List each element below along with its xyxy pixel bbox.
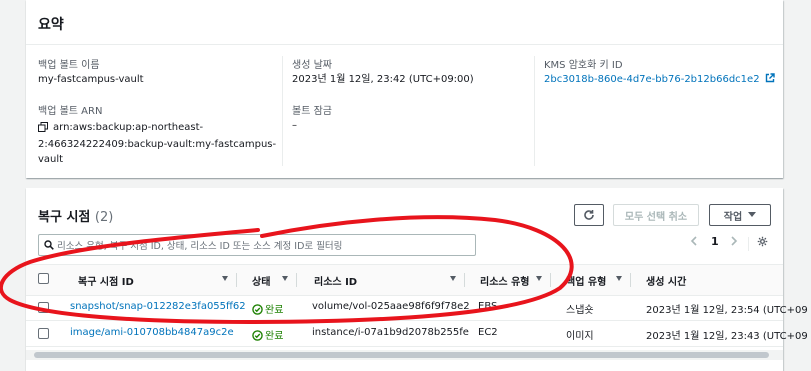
vault-arn-value: arn:aws:backup:ap-northeast- 2:466324222…: [38, 120, 276, 167]
vault-lock-label: 볼트 잠금: [292, 106, 332, 117]
created-value: 2023년 1월 12일, 23:42 (UTC+09:00): [292, 74, 474, 85]
column-divider: [630, 273, 631, 287]
sort-icon[interactable]: [450, 276, 456, 281]
select-all-checkbox[interactable]: [38, 273, 49, 284]
deselect-all-button[interactable]: 모두 선택 취소: [613, 204, 699, 226]
table-row: snapshot/snap-012282e3fa055ff62 완료 volum…: [26, 294, 808, 321]
success-check-icon: [252, 330, 263, 341]
recovery-point-link[interactable]: image/ami-010708bb4847a9c2e: [70, 327, 234, 338]
status-text: 완료: [265, 305, 284, 316]
refresh-button[interactable]: [574, 204, 604, 226]
gear-icon[interactable]: [757, 236, 768, 250]
column-divider: [236, 273, 237, 287]
table-row: image/ami-010708bb4847a9c2e 완료 instance/…: [26, 320, 808, 347]
column-status[interactable]: 상태: [252, 273, 270, 288]
vault-name-label: 백업 볼트 이름: [38, 60, 100, 71]
row-checkbox[interactable]: [38, 328, 49, 339]
horizontal-scrollbar[interactable]: [26, 350, 783, 360]
column-created-time[interactable]: 생성 시간: [646, 273, 686, 288]
summary-divider: [26, 44, 783, 45]
actions-label: 작업: [723, 211, 743, 223]
actions-dropdown[interactable]: 작업: [709, 204, 771, 226]
column-recovery-point-id[interactable]: 복구 시점 ID: [78, 273, 134, 288]
status-cell: 완료: [252, 301, 283, 316]
sort-icon[interactable]: [282, 276, 288, 281]
column-divider: [282, 56, 283, 166]
backup-type-cell: 스냅숏: [566, 305, 594, 316]
vault-name-value: my-fastcampus-vault: [38, 74, 144, 85]
recovery-points-title: 복구 시점 (2): [38, 206, 113, 225]
caret-down-icon: [748, 212, 757, 217]
recovery-points-heading: 복구 시점: [38, 210, 91, 225]
recovery-points-panel: 복구 시점 (2) 모두 선택 취소 작업 리소스 유형, 복구 지점 ID, …: [26, 188, 808, 371]
recovery-point-link[interactable]: snapshot/snap-012282e3fa055ff62: [70, 301, 246, 312]
chevron-left-icon[interactable]: [690, 236, 698, 249]
column-backup-type[interactable]: 백업 유형: [566, 273, 606, 288]
scrollbar-thumb[interactable]: [34, 352, 769, 358]
refresh-icon: [584, 210, 594, 220]
sort-icon[interactable]: [222, 276, 228, 281]
success-check-icon: [252, 304, 263, 315]
column-divider: [534, 56, 535, 166]
vault-arn-line1: arn:aws:backup:ap-northeast-: [53, 122, 204, 133]
summary-title: 요약: [38, 17, 64, 33]
external-link-icon[interactable]: [765, 73, 775, 88]
created-label: 생성 날짜: [292, 60, 332, 71]
sort-icon[interactable]: [616, 276, 622, 281]
chevron-right-icon[interactable]: [730, 236, 738, 249]
page-number[interactable]: 1: [711, 235, 719, 248]
recovery-points-count: (2): [94, 210, 114, 225]
copy-icon[interactable]: [38, 122, 48, 137]
vault-arn-line2: 2:466324222409:backup-vault:my-fastcampu…: [38, 139, 277, 150]
pager-divider: [748, 237, 749, 251]
vault-arn-label: 백업 볼트 ARN: [38, 106, 103, 117]
search-icon: [44, 240, 54, 250]
vault-lock-value: –: [292, 120, 297, 131]
resource-id-cell: instance/i-07a1b9d2078b255fe: [312, 327, 469, 338]
column-divider: [464, 273, 465, 287]
table-header: 복구 시점 ID 상태 리소스 ID 리소스 유형 백업 유형 생성 시간: [26, 264, 783, 296]
status-cell: 완료: [252, 327, 283, 342]
column-divider: [296, 273, 297, 287]
recovery-points-filter[interactable]: 리소스 유형, 복구 지점 ID, 상태, 리소스 ID 또는 소스 계정 ID…: [38, 234, 476, 256]
status-text: 완료: [265, 331, 284, 342]
column-divider: [550, 273, 551, 287]
column-resource-type[interactable]: 리소스 유형: [480, 273, 529, 288]
created-time-cell: 2023년 1월 12일, 23:43 (UTC+09: [646, 331, 808, 342]
created-time-cell: 2023년 1월 12일, 23:54 (UTC+09: [646, 305, 808, 316]
resource-type-cell: EBS: [478, 301, 498, 312]
kms-key-link[interactable]: 2bc3018b-860e-4d7e-bb76-2b12b66dc1e2: [544, 72, 775, 88]
column-resource-id[interactable]: 리소스 ID: [314, 273, 357, 288]
kms-key-value[interactable]: 2bc3018b-860e-4d7e-bb76-2b12b66dc1e2: [544, 74, 760, 85]
resource-type-cell: EC2: [478, 327, 498, 338]
row-checkbox[interactable]: [38, 302, 49, 313]
kms-key-label: KMS 암호화 키 ID: [544, 60, 623, 71]
resource-id-cell: volume/vol-025aae98f6f9f78e2: [312, 301, 470, 312]
filter-placeholder: 리소스 유형, 복구 지점 ID, 상태, 리소스 ID 또는 소스 계정 ID…: [57, 241, 343, 252]
summary-panel: 요약 백업 볼트 이름 my-fastcampus-vault 백업 볼트 AR…: [26, 0, 783, 178]
sort-icon[interactable]: [536, 276, 542, 281]
backup-type-cell: 이미지: [566, 331, 594, 342]
vault-arn-line3: vault: [38, 154, 64, 165]
